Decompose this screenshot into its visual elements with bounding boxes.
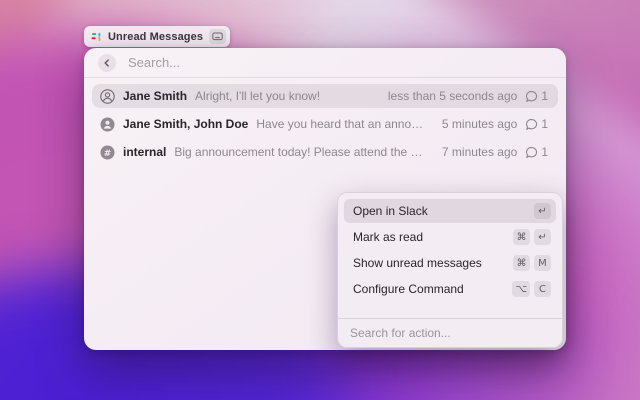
option-key-icon: ⌥	[512, 281, 530, 297]
message-preview: Alright, I'll let you know!	[195, 89, 372, 103]
shortcut-keys: ⌥ C	[512, 281, 551, 297]
action-list: Open in Slack ↵ Mark as read ⌘ ↵ Show un…	[338, 193, 562, 303]
svg-text:#: #	[104, 148, 112, 158]
chevron-left-icon	[103, 59, 111, 67]
message-preview: Have you heard that an announcement is c…	[256, 117, 426, 131]
message-time: less than 5 seconds ago	[388, 89, 517, 103]
action-label: Configure Command	[353, 282, 512, 296]
back-button[interactable]	[98, 54, 116, 72]
action-search-bar: Search for action...	[338, 318, 562, 347]
action-open-in-slack[interactable]: Open in Slack ↵	[344, 199, 556, 223]
message-row-jane-smith[interactable]: Jane Smith Alright, I'll let you know! l…	[92, 84, 558, 108]
search-input[interactable]: Search...	[128, 55, 180, 70]
action-configure-command[interactable]: Configure Command ⌥ C	[344, 277, 556, 301]
action-search-input[interactable]: Search for action...	[350, 326, 451, 340]
search-bar: Search...	[84, 48, 566, 78]
reply-count-badge: 1	[525, 145, 548, 159]
shortcut-keys: ⌘ M	[513, 255, 551, 271]
message-list: Jane Smith Alright, I'll let you know! l…	[84, 78, 566, 164]
chat-bubble-icon	[525, 146, 538, 159]
breadcrumb[interactable]: Unread Messages	[84, 26, 230, 47]
return-key-icon: ↵	[534, 203, 551, 219]
action-mark-as-read[interactable]: Mark as read ⌘ ↵	[344, 225, 556, 249]
message-sender: internal	[123, 145, 166, 159]
return-key-icon: ↵	[534, 229, 551, 245]
person-avatar-icon	[100, 89, 115, 104]
chat-bubble-icon	[525, 118, 538, 131]
slack-icon	[91, 31, 102, 42]
record-hotkey-button[interactable]	[209, 29, 226, 44]
keyboard-icon	[212, 32, 223, 41]
chat-bubble-icon	[525, 90, 538, 103]
group-dm-icon	[100, 117, 115, 132]
action-panel: Open in Slack ↵ Mark as read ⌘ ↵ Show un…	[337, 192, 563, 348]
reply-count-badge: 1	[525, 89, 548, 103]
action-label: Show unread messages	[353, 256, 513, 270]
command-key-icon: ⌘	[513, 255, 530, 271]
message-sender: Jane Smith, John Doe	[123, 117, 248, 131]
message-time: 7 minutes ago	[442, 145, 517, 159]
reply-count-badge: 1	[525, 117, 548, 131]
message-time: 5 minutes ago	[442, 117, 517, 131]
message-preview: Big announcement today! Please attend th…	[174, 145, 426, 159]
breadcrumb-label: Unread Messages	[108, 31, 203, 43]
message-row-internal-channel[interactable]: # internal Big announcement today! Pleas…	[92, 140, 558, 164]
desktop: Unread Messages Search...	[0, 0, 640, 400]
shortcut-keys: ⌘ ↵	[513, 229, 551, 245]
reply-count: 1	[541, 117, 548, 131]
c-key: C	[534, 281, 551, 297]
action-label: Open in Slack	[353, 204, 534, 218]
reply-count: 1	[541, 89, 548, 103]
action-show-unread-messages[interactable]: Show unread messages ⌘ M	[344, 251, 556, 275]
shortcut-keys: ↵	[534, 203, 551, 219]
m-key: M	[534, 255, 551, 271]
panel-spacer	[338, 303, 562, 318]
message-sender: Jane Smith	[123, 89, 187, 103]
reply-count: 1	[541, 145, 548, 159]
command-key-icon: ⌘	[513, 229, 530, 245]
message-row-group-dm[interactable]: Jane Smith, John Doe Have you heard that…	[92, 112, 558, 136]
channel-hash-icon: #	[100, 145, 115, 160]
action-label: Mark as read	[353, 230, 513, 244]
